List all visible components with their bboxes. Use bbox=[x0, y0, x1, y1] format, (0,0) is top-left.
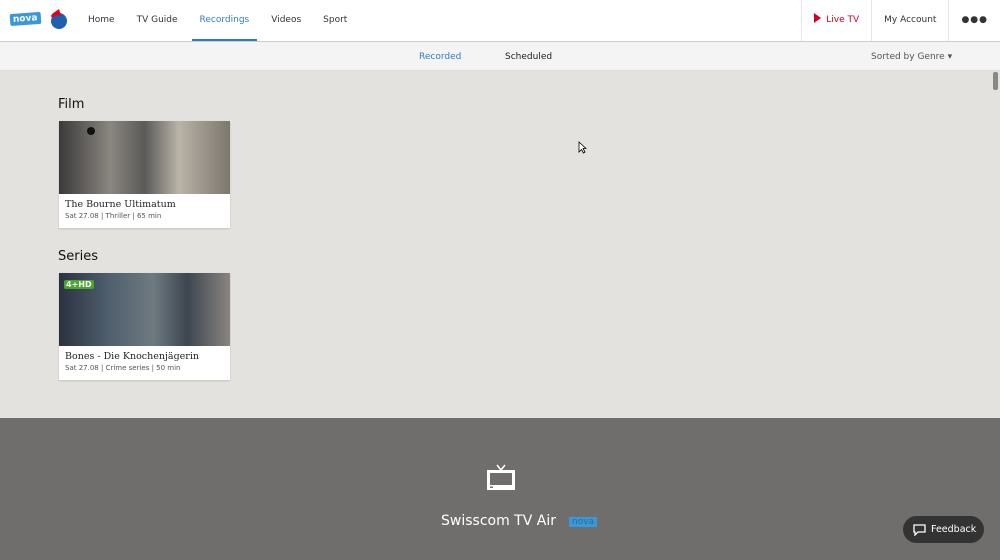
recording-meta: Sat 27.08 | Thriller | 65 min bbox=[65, 212, 162, 220]
sub-navigation: Recorded Scheduled Sorted by Genre ▾ bbox=[0, 42, 1000, 71]
feedback-button[interactable]: Feedback bbox=[903, 516, 984, 543]
footer-nova-logo: nova bbox=[569, 517, 598, 527]
nova-logo: nova bbox=[9, 11, 41, 27]
feedback-label: Feedback bbox=[931, 524, 977, 535]
chat-icon bbox=[913, 524, 926, 536]
nav-tv-guide[interactable]: TV Guide bbox=[129, 0, 186, 41]
nav-home[interactable]: Home bbox=[80, 0, 123, 41]
recording-title: The Bourne Ultimatum bbox=[65, 199, 176, 210]
live-tv-label: Live TV bbox=[826, 15, 860, 25]
top-navigation: nova Home TV Guide Recordings Videos Spo… bbox=[0, 0, 1000, 42]
main-nav: Home TV Guide Recordings Videos Sport bbox=[80, 0, 361, 41]
recording-card[interactable]: The Bourne Ultimatum Sat 27.08 | Thrille… bbox=[59, 121, 230, 228]
swisscom-logo bbox=[50, 9, 67, 29]
channel-badge: 4+HD bbox=[64, 280, 94, 289]
tab-scheduled[interactable]: Scheduled bbox=[505, 52, 552, 62]
channel-logo-icon bbox=[87, 127, 95, 135]
mouse-cursor-icon bbox=[578, 141, 587, 154]
more-menu-icon[interactable]: ●●● bbox=[948, 0, 1000, 41]
tv-icon bbox=[487, 464, 515, 490]
footer-brand: Swisscom TV Air bbox=[441, 513, 556, 529]
tab-recorded[interactable]: Recorded bbox=[419, 52, 461, 62]
sort-dropdown[interactable]: Sorted by Genre ▾ bbox=[871, 52, 952, 62]
recording-meta: Sat 27.08 | Crime series | 50 min bbox=[65, 364, 181, 372]
thumbnail bbox=[59, 121, 230, 194]
recording-title: Bones - Die Knochenjägerin bbox=[65, 351, 199, 362]
section-heading-series: Series bbox=[58, 249, 98, 264]
nav-videos[interactable]: Videos bbox=[263, 0, 309, 41]
nav-recordings[interactable]: Recordings bbox=[191, 0, 258, 41]
my-account-button[interactable]: My Account bbox=[871, 0, 948, 41]
scrollbar[interactable] bbox=[993, 72, 998, 90]
section-heading-film: Film bbox=[58, 97, 85, 112]
recording-card[interactable]: 4+HD Bones - Die Knochenjägerin Sat 27.0… bbox=[59, 273, 230, 380]
play-icon bbox=[814, 13, 822, 23]
live-tv-button[interactable]: Live TV bbox=[801, 0, 871, 41]
thumbnail: 4+HD bbox=[59, 273, 230, 346]
nav-sport[interactable]: Sport bbox=[315, 0, 355, 41]
